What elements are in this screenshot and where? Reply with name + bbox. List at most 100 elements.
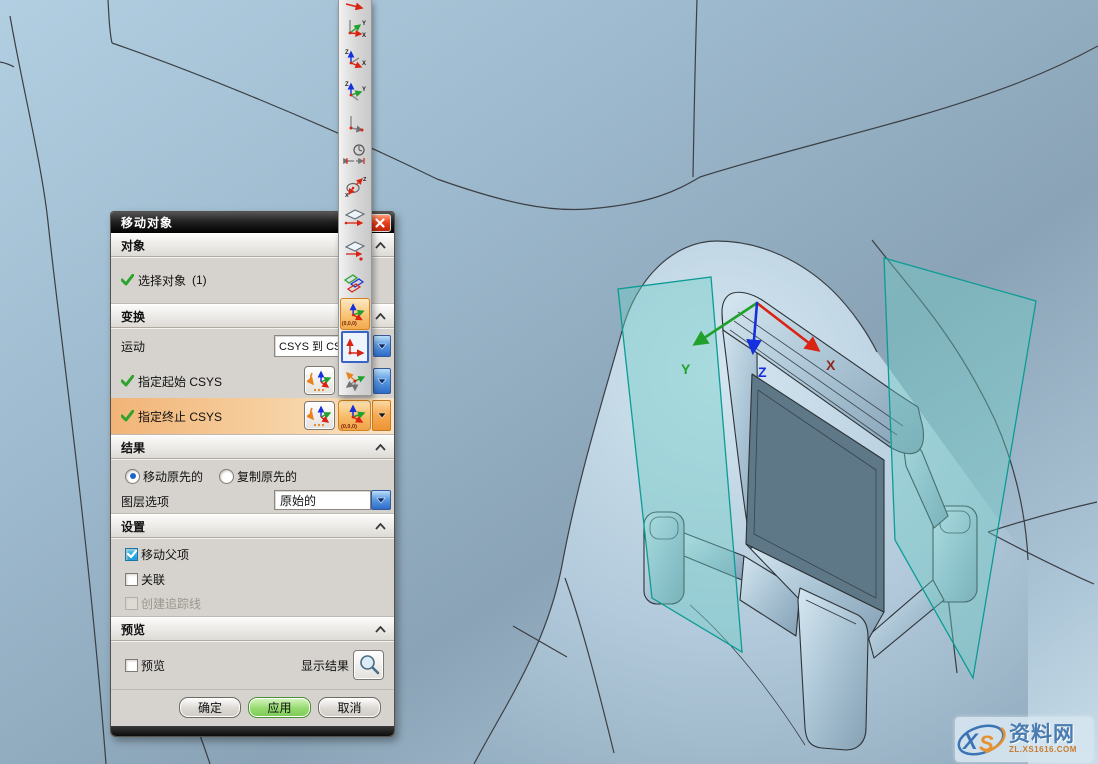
- csys-option-three-planes[interactable]: [339, 266, 371, 298]
- move-parent-checkbox[interactable]: [125, 548, 138, 561]
- move-parent-row: 移动父项: [111, 538, 394, 567]
- start-csys-label: 指定起始 CSYS: [138, 373, 222, 390]
- section-object-label: 对象: [111, 237, 145, 254]
- end-csys-label: 指定终止 CSYS: [138, 408, 222, 425]
- preview-row: 预览 显示结果: [111, 641, 394, 689]
- show-result-button[interactable]: [353, 650, 384, 680]
- corner-axes-icon: [343, 335, 367, 359]
- csys-option-plane-axis[interactable]: [339, 202, 371, 234]
- motion-type-combo[interactable]: CSYS 到 CSYS: [274, 335, 342, 357]
- section-result-label: 结果: [111, 439, 145, 456]
- motion-dropdown-button[interactable]: [373, 335, 391, 357]
- show-result-label: 显示结果: [301, 657, 349, 674]
- copy-original-radio[interactable]: [219, 469, 234, 484]
- create-traceline-checkbox: [125, 597, 138, 610]
- watermark-site-url: ZL.XS1616.COM: [1009, 745, 1077, 754]
- layer-option-row: 图层选项 原始的: [111, 489, 394, 513]
- csys-dialog-icon: [307, 404, 333, 428]
- csys-option-origin-x-y[interactable]: Y X: [339, 10, 371, 42]
- csys-option-partial[interactable]: [339, 0, 371, 10]
- collapse-chevron-icon[interactable]: [375, 444, 386, 451]
- collapse-chevron-icon[interactable]: [375, 242, 386, 249]
- dropdown-arrow-icon: [377, 378, 387, 385]
- svg-text:X: X: [362, 61, 366, 67]
- close-icon: [375, 218, 385, 228]
- start-csys-dropdown-button[interactable]: [373, 368, 391, 394]
- move-original-radio[interactable]: [125, 469, 140, 484]
- csys-type-dropdown-list: Y X Z X Z Y: [338, 0, 372, 396]
- csys-zx-icon: Z X: [343, 46, 367, 70]
- checkmark-icon: [127, 550, 137, 559]
- ok-button[interactable]: 确定: [179, 697, 241, 718]
- result-radio-row: 移动原先的 复制原先的: [111, 459, 394, 489]
- check-icon: [121, 375, 134, 387]
- preview-group: 预览 显示结果: [111, 641, 394, 690]
- dropdown-arrow-icon: [376, 497, 386, 504]
- result-group: 移动原先的 复制原先的 图层选项 原始的: [111, 459, 394, 514]
- svg-text:X: X: [961, 729, 979, 754]
- dialog-bottom-bar: [111, 726, 394, 736]
- csys-option-absolute-selected[interactable]: (0,0,0): [340, 298, 370, 330]
- plane-point-icon: [343, 238, 367, 262]
- csys-dialog-icon: [307, 369, 333, 393]
- section-header-preview[interactable]: 预览: [111, 617, 394, 641]
- svg-text:X: X: [362, 33, 366, 38]
- dropdown-arrow-icon: [377, 412, 387, 419]
- section-header-settings[interactable]: 设置: [111, 514, 394, 538]
- section-transform-label: 变换: [111, 308, 145, 325]
- collapse-chevron-icon[interactable]: [375, 626, 386, 633]
- csys-option-cylindrical[interactable]: Z X: [339, 170, 371, 202]
- create-traceline-row: 创建追踪线: [111, 591, 394, 615]
- collapse-chevron-icon[interactable]: [375, 313, 386, 320]
- z-axis-handle[interactable]: [749, 340, 757, 348]
- apply-button-label: 应用: [267, 699, 291, 716]
- motion-type-value: CSYS 到 CSYS: [279, 338, 342, 354]
- cancel-button-label: 取消: [337, 699, 361, 716]
- end-csys-row: 指定终止 CSYS (0,0,0): [111, 398, 394, 434]
- svg-text:Z: Z: [345, 50, 349, 56]
- csys-option-offset[interactable]: [339, 138, 371, 170]
- layer-option-label: 图层选项: [111, 493, 169, 510]
- section-preview-label: 预览: [111, 621, 145, 638]
- section-header-result[interactable]: 结果: [111, 435, 394, 459]
- csys-option-dynamic[interactable]: [339, 364, 371, 396]
- move-parent-label: 移动父项: [141, 546, 189, 563]
- preview-checkbox[interactable]: [125, 659, 138, 672]
- move-original-label: 移动原先的: [143, 468, 203, 485]
- csys-option-three-points[interactable]: [339, 106, 371, 138]
- origin-coords-label: (0,0,0): [341, 424, 357, 430]
- ok-button-label: 确定: [198, 699, 222, 716]
- end-csys-dialog-button[interactable]: [304, 401, 335, 430]
- svg-text:X: X: [345, 193, 349, 198]
- collapse-chevron-icon[interactable]: [375, 523, 386, 530]
- apply-button[interactable]: 应用: [248, 697, 311, 718]
- csys-option-z-x[interactable]: Z X: [339, 42, 371, 74]
- watermark: X S 资料网 ZL.XS1616.COM: [955, 717, 1093, 762]
- dynamic-csys-icon: [342, 367, 368, 393]
- layer-option-dropdown-button[interactable]: [371, 490, 391, 510]
- csys-xy-icon: Y X: [343, 14, 367, 38]
- csys-offset-icon: [343, 142, 367, 166]
- dialog-button-row: 确定 应用 取消: [111, 690, 394, 724]
- end-csys-dropdown-button[interactable]: [372, 400, 391, 431]
- svg-text:Z: Z: [363, 177, 367, 183]
- select-object-label: 选择对象: [138, 272, 186, 289]
- csys-cylindrical-icon: Z X: [343, 174, 367, 198]
- section-settings-label: 设置: [111, 518, 145, 535]
- check-icon: [121, 274, 134, 286]
- svg-text:Y: Y: [362, 21, 366, 27]
- close-button[interactable]: [369, 214, 391, 232]
- cancel-button[interactable]: 取消: [318, 697, 381, 718]
- arrow-fragment-icon: [343, 0, 367, 10]
- start-csys-dialog-button[interactable]: [304, 366, 335, 395]
- csys-option-current-view[interactable]: [341, 331, 369, 363]
- magnifier-icon: [357, 653, 381, 677]
- csys-option-plane-point[interactable]: [339, 234, 371, 266]
- absolute-csys-icon: (0,0,0): [341, 300, 369, 328]
- preview-label: 预览: [141, 657, 165, 674]
- associative-checkbox[interactable]: [125, 573, 138, 586]
- check-icon: [121, 410, 134, 422]
- layer-option-combo[interactable]: 原始的: [274, 490, 371, 510]
- end-csys-type-button[interactable]: (0,0,0): [338, 400, 371, 431]
- csys-option-z-y[interactable]: Z Y: [339, 74, 371, 106]
